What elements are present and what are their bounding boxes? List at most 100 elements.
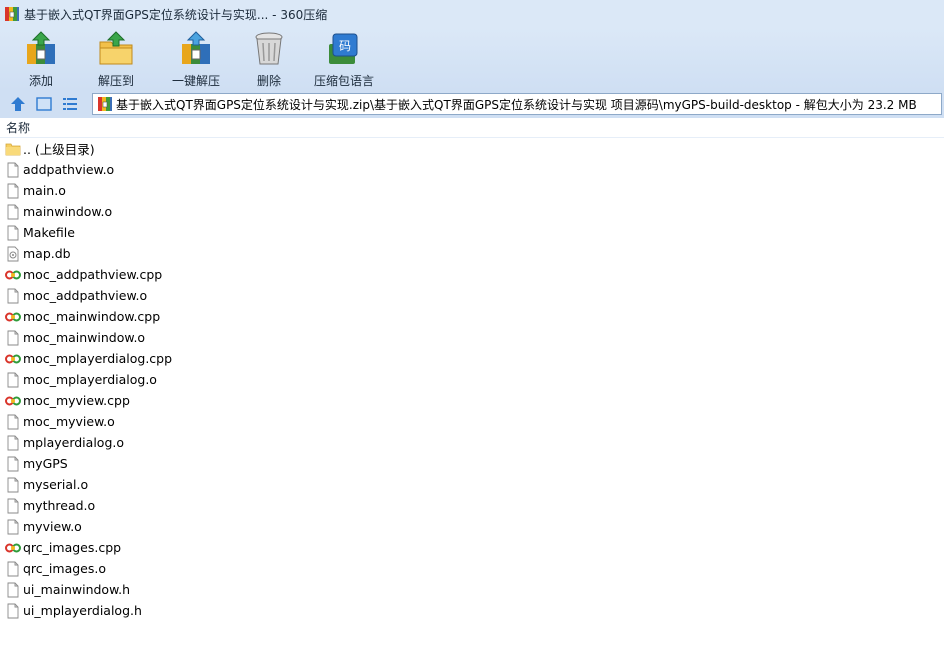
address-path-field[interactable]: 基于嵌入式QT界面GPS定位系统设计与实现.zip\基于嵌入式QT界面GPS定位… (92, 93, 942, 115)
list-item[interactable]: mplayerdialog.o (0, 432, 944, 453)
title-bar: 基于嵌入式QT界面GPS定位系统设计与实现... - 360压缩 (0, 0, 944, 28)
column-header-name[interactable]: 名称 (0, 118, 944, 138)
list-item-name: mythread.o (23, 498, 96, 513)
list-item-name: myview.o (23, 519, 82, 534)
list-item-name: moc_mplayerdialog.o (23, 372, 157, 387)
file-icon (5, 162, 23, 178)
list-item-name: Makefile (23, 225, 75, 240)
file-icon (5, 414, 23, 430)
list-item[interactable]: moc_mplayerdialog.cpp (0, 348, 944, 369)
file-list-rows: .. (上级目录) addpathview.o main.o mainwindow.o… (0, 138, 944, 621)
view-list-button[interactable] (60, 94, 80, 114)
list-item[interactable]: moc_addpathview.cpp (0, 264, 944, 285)
list-item-name: addpathview.o (23, 162, 115, 177)
column-header-name-label: 名称 (6, 121, 31, 135)
list-item-name: mplayerdialog.o (23, 435, 124, 450)
toolbar: 添加 解压到 一键解压 删除 码 压缩包语言 (0, 28, 944, 90)
file-icon (5, 498, 23, 514)
list-item-name: qrc_images.o (23, 561, 106, 576)
archive-language-button[interactable]: 码 压缩包语言 (302, 28, 386, 90)
one-click-extract-button[interactable]: 一键解压 (156, 28, 236, 90)
list-item-name: ui_mplayerdialog.h (23, 603, 142, 618)
list-item-name: main.o (23, 183, 66, 198)
file-icon (5, 183, 23, 199)
file-icon (5, 456, 23, 472)
archive-language-icon: 码 (329, 33, 358, 64)
file-icon (5, 204, 23, 220)
list-item[interactable]: ui_mainwindow.h (0, 579, 944, 600)
one-click-extract-icon (182, 31, 210, 64)
list-item-name: moc_mainwindow.cpp (23, 309, 161, 324)
list-item[interactable]: moc_mplayerdialog.o (0, 369, 944, 390)
delete-trash-icon (255, 32, 283, 65)
delete-button-label: 删除 (256, 74, 281, 88)
list-item[interactable]: moc_addpathview.o (0, 285, 944, 306)
list-item[interactable]: myserial.o (0, 474, 944, 495)
file-icon (5, 225, 23, 241)
list-item-name: myGPS (23, 456, 68, 471)
list-item[interactable]: moc_myview.o (0, 411, 944, 432)
cpp-file-icon (5, 267, 23, 283)
list-item[interactable]: ui_mplayerdialog.h (0, 600, 944, 621)
list-item-name: moc_myview.o (23, 414, 115, 429)
list-item-name: map.db (23, 246, 71, 261)
add-archive-icon (27, 31, 55, 64)
list-item-name: ui_mainwindow.h (23, 582, 131, 597)
file-icon (5, 477, 23, 493)
list-item[interactable]: addpathview.o (0, 159, 944, 180)
add-button[interactable]: 添加 (6, 28, 76, 90)
delete-button[interactable]: 删除 (236, 28, 302, 90)
list-item-name: myserial.o (23, 477, 89, 492)
list-item-name: moc_mplayerdialog.cpp (23, 351, 173, 366)
360zip-app-icon (5, 7, 19, 21)
list-item[interactable]: mainwindow.o (0, 201, 944, 222)
list-item-name: moc_addpathview.o (23, 288, 148, 303)
list-item[interactable]: map.db (0, 243, 944, 264)
list-item[interactable]: myview.o (0, 516, 944, 537)
up-arrow-icon (11, 97, 25, 111)
extract-to-button-label: 解压到 (97, 74, 134, 88)
up-level-button[interactable] (8, 94, 28, 114)
list-item-name: moc_addpathview.cpp (23, 267, 163, 282)
list-item-name: moc_myview.cpp (23, 393, 130, 408)
folder-icon (5, 141, 23, 157)
large-icons-view-icon (36, 97, 52, 111)
svg-text:码: 码 (339, 39, 351, 53)
list-item[interactable]: main.o (0, 180, 944, 201)
address-path-text: 基于嵌入式QT界面GPS定位系统设计与实现.zip\基于嵌入式QT界面GPS定位… (116, 97, 917, 112)
list-item[interactable]: Makefile (0, 222, 944, 243)
list-item[interactable]: qrc_images.o (0, 558, 944, 579)
file-list: 名称 .. (上级目录) addpathview.o main.o mainwindo… (0, 118, 944, 657)
list-item[interactable]: moc_mainwindow.cpp (0, 306, 944, 327)
extract-to-button[interactable]: 解压到 (76, 28, 156, 90)
window-title: 基于嵌入式QT界面GPS定位系统设计与实现... - 360压缩 (24, 7, 328, 22)
list-item[interactable]: moc_myview.cpp (0, 390, 944, 411)
archive-language-button-label: 压缩包语言 (313, 74, 374, 88)
cpp-file-icon (5, 309, 23, 325)
file-icon (5, 372, 23, 388)
database-file-icon (5, 246, 23, 262)
extract-to-icon (99, 31, 133, 65)
zip-archive-icon (98, 97, 112, 111)
list-view-icon (63, 98, 77, 110)
add-button-label: 添加 (28, 74, 53, 88)
file-icon (5, 582, 23, 598)
list-item-name: .. (上级目录) (23, 142, 95, 157)
list-item[interactable]: .. (上级目录) (0, 138, 944, 159)
cpp-file-icon (5, 393, 23, 409)
list-item[interactable]: moc_mainwindow.o (0, 327, 944, 348)
file-icon (5, 603, 23, 619)
list-item[interactable]: myGPS (0, 453, 944, 474)
file-icon (5, 288, 23, 304)
list-item[interactable]: qrc_images.cpp (0, 537, 944, 558)
address-bar: 基于嵌入式QT界面GPS定位系统设计与实现.zip\基于嵌入式QT界面GPS定位… (0, 90, 944, 118)
list-item[interactable]: mythread.o (0, 495, 944, 516)
cpp-file-icon (5, 540, 23, 556)
list-item-name: mainwindow.o (23, 204, 113, 219)
list-item-name: qrc_images.cpp (23, 540, 122, 555)
cpp-file-icon (5, 351, 23, 367)
file-icon (5, 519, 23, 535)
view-thumbnail-button[interactable] (34, 94, 54, 114)
file-icon (5, 561, 23, 577)
list-item-name: moc_mainwindow.o (23, 330, 146, 345)
